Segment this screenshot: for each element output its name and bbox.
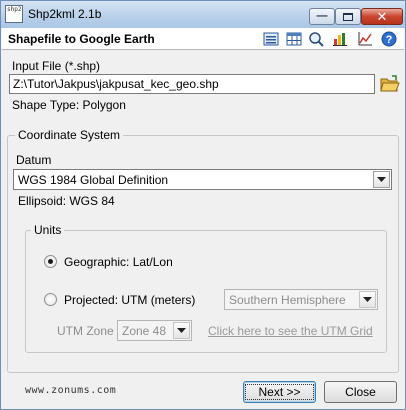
list-view-icon[interactable] [263,31,279,47]
chart-icon[interactable] [332,31,348,47]
utm-zone-label: UTM Zone [57,324,114,338]
close-button[interactable]: Close [324,381,397,403]
units-legend: Units [31,223,65,237]
next-button[interactable]: Next >> [243,381,316,403]
app-window: shp2 Shp2kml 2.1b — ✕ Shapefile to Googl… [0,0,406,410]
input-file-label: Input File (*.shp) [12,59,101,73]
help-icon[interactable]: ? [381,31,397,47]
datum-select[interactable]: WGS 1984 Global Definition [13,169,392,190]
window-title: Shp2kml 2.1b [28,7,102,21]
table-view-icon[interactable] [286,31,302,47]
minimize-icon: — [316,10,328,22]
page-title: Shapefile to Google Earth [8,32,155,46]
hemisphere-value: Southern Hemisphere [229,293,346,307]
open-folder-icon[interactable] [380,75,400,93]
hemisphere-select[interactable]: Southern Hemisphere [224,289,378,310]
projected-radio[interactable] [44,293,57,306]
geographic-radio[interactable] [44,255,57,268]
chevron-down-icon[interactable] [359,291,376,308]
coordinate-system-legend: Coordinate System [15,128,124,142]
datum-label: Datum [16,153,52,167]
close-button-label: Close [345,385,376,399]
input-file-field[interactable]: Z:\Tutor\Jakpus\jakpusat_kec_geo.shp [9,74,375,94]
shape-type-text: Shape Type: Polygon [12,98,126,112]
title-bar[interactable]: shp2 Shp2kml 2.1b — ✕ [1,1,405,28]
close-icon: ✕ [376,9,388,24]
ellipsoid-text: Ellipsoid: WGS 84 [18,194,115,208]
utm-grid-link[interactable]: Click here to see the UTM Grid [208,324,373,338]
utm-zone-value: Zone 48 [122,324,167,338]
maximize-icon [343,12,353,21]
maximize-button[interactable] [335,8,361,25]
svg-text:?: ? [386,34,393,46]
geographic-label: Geographic: Lat/Lon [64,255,173,269]
projected-label: Projected: UTM (meters) [64,293,196,307]
close-window-button[interactable]: ✕ [361,8,403,25]
next-button-label: Next >> [245,384,314,400]
chevron-down-icon[interactable] [373,171,390,188]
zoom-icon[interactable] [308,31,324,47]
chevron-down-icon[interactable] [173,322,190,339]
datum-value: WGS 1984 Global Definition [18,173,169,187]
website-url: www.zonums.com [25,385,117,396]
app-icon: shp2 [5,5,23,23]
graph-icon[interactable] [357,31,373,47]
utm-zone-select[interactable]: Zone 48 [117,320,192,341]
header-strip: Shapefile to Google Earth ? [2,28,404,50]
minimize-button[interactable]: — [309,8,335,25]
